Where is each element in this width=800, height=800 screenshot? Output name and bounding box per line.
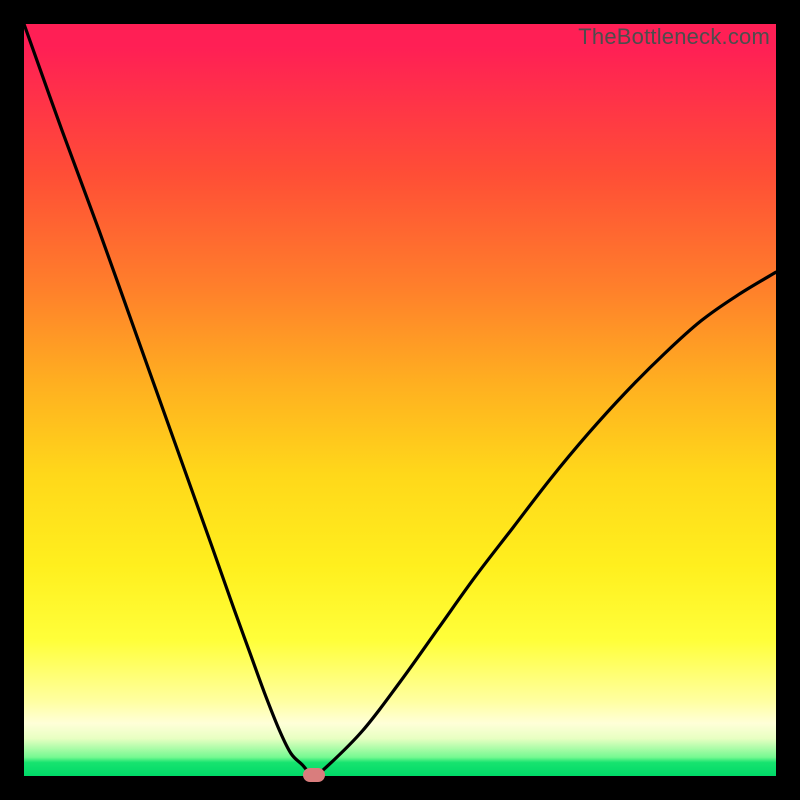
plot-area: TheBottleneck.com <box>24 24 776 776</box>
optimal-marker <box>303 768 325 782</box>
chart-frame: TheBottleneck.com <box>0 0 800 800</box>
bottleneck-curve <box>24 24 776 776</box>
